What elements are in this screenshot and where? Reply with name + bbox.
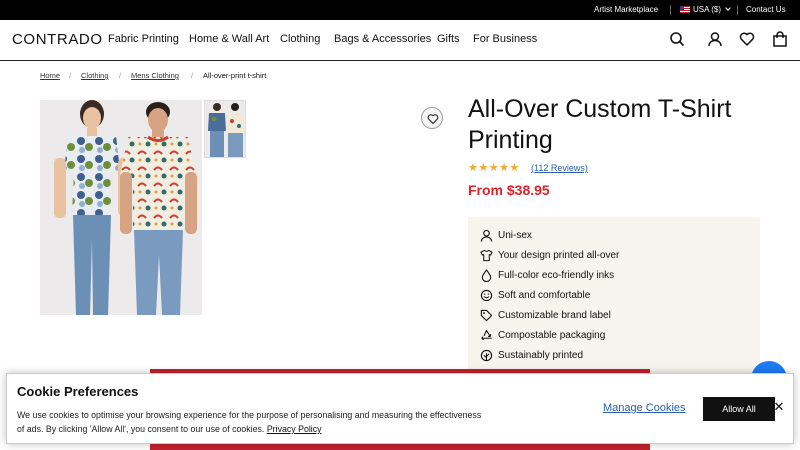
product-price: From $38.95	[468, 182, 550, 198]
us-flag-icon	[680, 6, 690, 13]
tshirt-icon	[480, 249, 493, 262]
reviews-link[interactable]: (112 Reviews)	[531, 163, 588, 173]
privacy-policy-link[interactable]: Privacy Policy	[267, 424, 322, 434]
breadcrumb-current: All-over-print t-shirt	[203, 71, 267, 80]
cookie-description: We use cookies to optimise your browsing…	[17, 410, 482, 434]
cookie-title: Cookie Preferences	[17, 384, 139, 399]
manage-cookies-link[interactable]: Manage Cookies	[603, 402, 686, 414]
rating-stars: ★★★★★	[468, 162, 520, 174]
artist-marketplace-link[interactable]: Artist Marketplace	[594, 0, 658, 20]
breadcrumb-separator: /	[119, 71, 122, 80]
utility-bar: Artist Marketplace USA ($) Contact Us	[0, 0, 800, 20]
breadcrumb-home[interactable]: Home	[40, 71, 60, 80]
breadcrumb-mens-clothing[interactable]: Mens Clothing	[131, 71, 179, 80]
breadcrumb-separator: /	[69, 71, 72, 80]
close-icon[interactable]: ✕	[773, 400, 785, 414]
nav-bags-accessories[interactable]: Bags & Accessories	[334, 33, 431, 45]
breadcrumb-separator: /	[191, 71, 194, 80]
breadcrumb-clothing[interactable]: Clothing	[81, 71, 109, 80]
nav-clothing[interactable]: Clothing	[280, 33, 320, 45]
smile-icon	[480, 289, 493, 302]
tag-icon	[480, 309, 493, 322]
product-title: All-Over Custom T-Shirt Printing	[468, 95, 732, 154]
search-icon[interactable]	[669, 31, 685, 47]
recycle-icon	[481, 329, 492, 341]
product-main-image[interactable]	[40, 100, 202, 315]
models-photo	[54, 100, 197, 315]
feature-list: Uni-sex Your design printed all-over Ful…	[468, 217, 760, 377]
product-thumbnail[interactable]	[204, 100, 246, 158]
person-icon	[480, 229, 493, 242]
nav-for-business[interactable]: For Business	[473, 33, 537, 45]
site-logo[interactable]: CONTRADO	[12, 31, 103, 48]
region-selector[interactable]: USA ($)	[680, 0, 731, 20]
leaf-icon	[480, 349, 493, 362]
heart-icon	[427, 114, 439, 125]
divider	[737, 5, 738, 15]
nav-home-wall-art[interactable]: Home & Wall Art	[189, 33, 269, 45]
drop-icon	[481, 269, 492, 282]
nav-fabric-printing[interactable]: Fabric Printing	[108, 33, 179, 45]
thumbnail-photo	[208, 103, 245, 157]
add-to-wishlist-button[interactable]	[421, 107, 443, 129]
nav-gifts[interactable]: Gifts	[437, 33, 460, 45]
account-icon[interactable]	[707, 31, 723, 47]
allow-all-button[interactable]: Allow All	[703, 397, 775, 421]
bag-icon[interactable]	[772, 31, 788, 47]
cookie-banner: Cookie Preferences We use cookies to opt…	[6, 373, 794, 444]
chevron-down-icon	[725, 5, 731, 11]
site-header: CONTRADO Fabric Printing Home & Wall Art…	[0, 20, 800, 61]
contact-us-link[interactable]: Contact Us	[746, 0, 786, 20]
divider	[670, 5, 671, 15]
heart-icon[interactable]	[739, 31, 755, 47]
